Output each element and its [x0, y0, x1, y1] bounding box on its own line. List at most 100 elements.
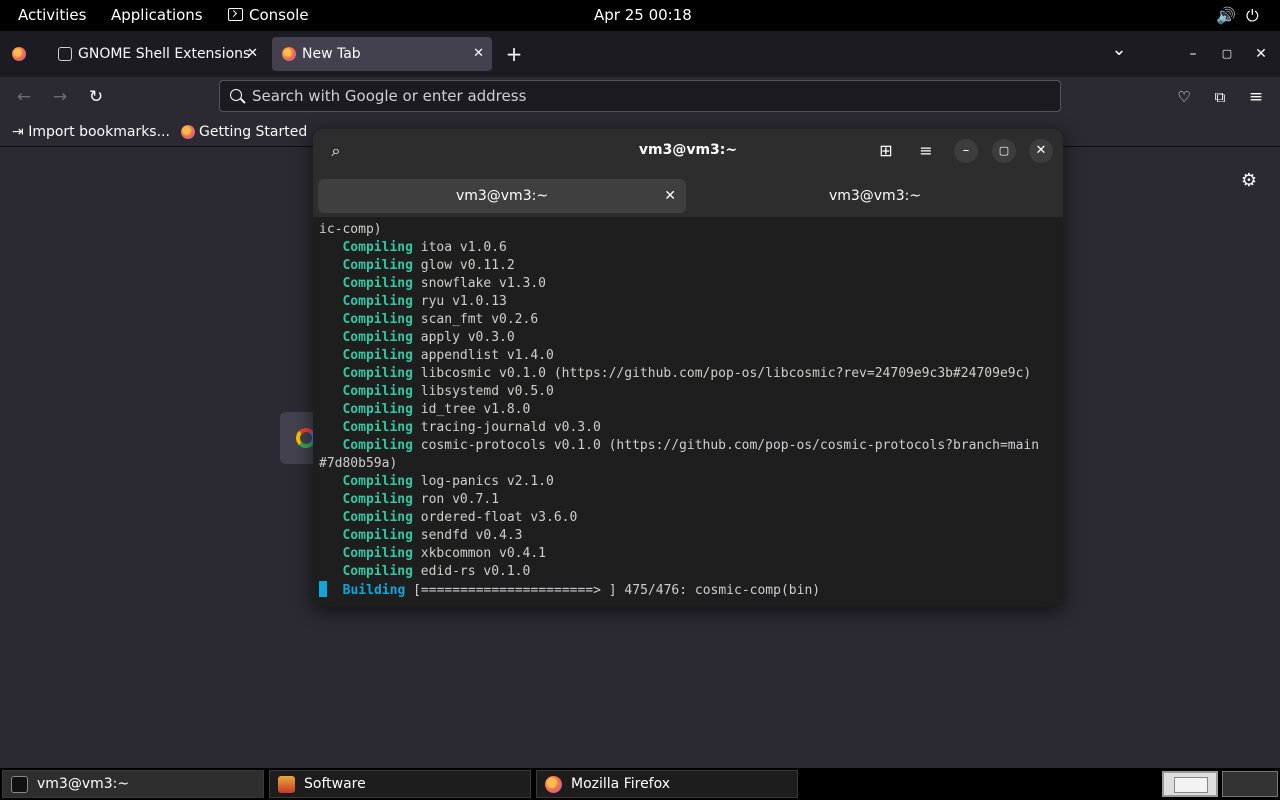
workspace-1[interactable] — [1162, 771, 1218, 797]
import-icon: ⇥ — [12, 124, 24, 140]
new-tab-icon[interactable]: ⊞ — [873, 139, 899, 163]
crate-text: libcosmic v0.1.0 (https://github.com/pop… — [420, 366, 1032, 381]
reload-icon[interactable]: ↻ — [84, 85, 108, 109]
puzzle-icon — [58, 47, 72, 61]
compiling-keyword: Compiling — [342, 276, 413, 291]
terminal-window: vm3@vm3:~ ⌕ ⊞ ≡ – ▢ ✕ vm3@vm3:~ ✕ vm3@vm… — [313, 129, 1063, 607]
terminal-tab-1[interactable]: vm3@vm3:~ ✕ — [318, 179, 686, 213]
tab-new-tab[interactable]: New Tab ✕ — [272, 37, 492, 71]
terminal-cursor — [319, 581, 327, 597]
address-input[interactable] — [252, 81, 1042, 111]
hamburger-menu-icon[interactable]: ≡ — [1244, 85, 1268, 109]
compiling-keyword: Compiling — [342, 366, 413, 381]
list-all-tabs-button[interactable]: ⌄ — [1108, 39, 1130, 61]
taskbar-item-firefox[interactable]: Mozilla Firefox — [536, 770, 798, 798]
tab-label: GNOME Shell Extensions — [78, 46, 251, 62]
search-icon — [230, 89, 242, 101]
applications-menu[interactable]: Applications — [111, 0, 203, 31]
terminal-header-bar: vm3@vm3:~ ⌕ ⊞ ≡ – ▢ ✕ — [313, 129, 1063, 175]
tab-gnome-shell-extensions[interactable]: GNOME Shell Extensions ✕ — [48, 37, 266, 71]
close-tab-icon[interactable]: ✕ — [664, 179, 676, 213]
bookmark-label: Import bookmarks... — [28, 124, 170, 140]
clock[interactable]: Apr 25 00:18 — [594, 0, 692, 31]
close-window-button[interactable]: ✕ — [1250, 43, 1272, 65]
getting-started-bookmark[interactable]: Getting Started — [179, 117, 307, 147]
volume-icon[interactable]: 🔊 — [1216, 0, 1236, 31]
new-tab-button[interactable]: + — [503, 43, 525, 65]
terminal-line: Compiling appendlist v1.4.0 — [319, 348, 554, 363]
close-tab-icon[interactable]: ✕ — [247, 37, 258, 71]
search-icon[interactable]: ⌕ — [323, 139, 349, 163]
compiling-keyword: Compiling — [342, 546, 413, 561]
terminal-line: Compiling xkbcommon v0.4.1 — [319, 546, 546, 561]
building-keyword: Building — [342, 583, 406, 598]
close-tab-icon[interactable]: ✕ — [473, 37, 484, 71]
maximize-button[interactable]: ▢ — [1216, 43, 1238, 65]
compiling-keyword: Compiling — [342, 258, 413, 273]
firefox-icon — [545, 776, 562, 793]
terminal-line: Compiling ryu v1.0.13 — [319, 294, 506, 309]
crate-text: sendfd v0.4.3 — [420, 528, 523, 543]
crate-text: appendlist v1.4.0 — [420, 348, 554, 363]
power-icon[interactable]: ⏻ — [1246, 0, 1259, 31]
activities-button[interactable]: Activities — [18, 0, 86, 31]
address-bar[interactable] — [219, 80, 1061, 112]
maximize-icon[interactable]: ▢ — [992, 139, 1016, 163]
extensions-icon[interactable]: ⧉ — [1208, 85, 1232, 109]
pocket-icon[interactable]: ♡ — [1172, 85, 1196, 109]
terminal-line: Compiling snowflake v1.3.0 — [319, 276, 546, 291]
firefox-menu-icon[interactable] — [12, 47, 26, 61]
close-icon[interactable]: ✕ — [1029, 139, 1053, 163]
import-bookmarks-item[interactable]: ⇥ Import bookmarks... — [12, 117, 170, 147]
terminal-tab-2[interactable]: vm3@vm3:~ — [691, 179, 1059, 213]
window-list-bar: vm3@vm3:~ Software Mozilla Firefox — [0, 768, 1280, 800]
workspace-2[interactable] — [1222, 771, 1278, 797]
menu-icon[interactable]: ≡ — [913, 139, 939, 163]
crate-text: glow v0.11.2 — [420, 258, 515, 273]
compiling-keyword: Compiling — [342, 564, 413, 579]
terminal-line: Compiling ordered-float v3.6.0 — [319, 510, 577, 525]
gear-icon[interactable]: ⚙ — [1238, 170, 1260, 192]
compiling-keyword: Compiling — [342, 312, 413, 327]
terminal-line: Compiling scan_fmt v0.2.6 — [319, 312, 538, 327]
compiling-keyword: Compiling — [342, 384, 413, 399]
crate-text: ron v0.7.1 — [420, 492, 500, 507]
terminal-text: ic-comp) Compiling itoa v1.0.6 Compiling… — [319, 221, 1039, 600]
minimize-icon[interactable]: – — [954, 139, 978, 163]
console-app-menu[interactable]: Console — [228, 0, 309, 31]
crate-text: ordered-float v3.6.0 — [420, 510, 578, 525]
crate-text: scan_fmt v0.2.6 — [420, 312, 539, 327]
terminal-line: Compiling sendfd v0.4.3 — [319, 528, 523, 543]
compiling-keyword: Compiling — [342, 474, 413, 489]
taskbar-item-terminal[interactable]: vm3@vm3:~ — [2, 770, 264, 798]
terminal-line: Compiling apply v0.3.0 — [319, 330, 515, 345]
terminal-line: Compiling cosmic-protocols v0.1.0 (https… — [319, 438, 1039, 453]
compiling-keyword: Compiling — [342, 294, 413, 309]
terminal-line: Compiling libcosmic v0.1.0 (https://gith… — [319, 366, 1031, 381]
compiling-keyword: Compiling — [342, 438, 413, 453]
taskbar-item-software[interactable]: Software — [269, 770, 531, 798]
crate-text: apply v0.3.0 — [420, 330, 515, 345]
compiling-keyword: Compiling — [342, 330, 413, 345]
tab-label: vm3@vm3:~ — [455, 188, 549, 204]
gnome-top-bar: Activities Applications Console Apr 25 0… — [0, 0, 1280, 31]
compiling-keyword: Compiling — [342, 348, 413, 363]
terminal-line: Compiling edid-rs v0.1.0 — [319, 564, 530, 579]
compiling-keyword: Compiling — [342, 240, 413, 255]
forward-arrow-icon[interactable]: → — [48, 85, 72, 109]
terminal-line: #7d80b59a) — [319, 456, 398, 471]
terminal-icon — [11, 776, 28, 793]
firefox-icon — [181, 125, 195, 139]
terminal-output[interactable]: ic-comp) Compiling itoa v1.0.6 Compiling… — [313, 217, 1063, 607]
tab-label: New Tab — [302, 46, 361, 62]
crate-text: tracing-journald v0.3.0 — [420, 420, 601, 435]
crate-text: [======================> ] 475/476: cosm… — [413, 583, 821, 598]
terminal-line: Compiling libsystemd v0.5.0 — [319, 384, 553, 399]
minimize-button[interactable]: – — [1182, 43, 1204, 65]
crate-text: cosmic-protocols v0.1.0 (https://github.… — [420, 438, 1040, 453]
compiling-keyword: Compiling — [342, 510, 413, 525]
back-arrow-icon[interactable]: ← — [12, 85, 36, 109]
terminal-line: Compiling ron v0.7.1 — [319, 492, 499, 507]
firefox-tab-strip: GNOME Shell Extensions ✕ New Tab ✕ + ⌄ –… — [0, 31, 1280, 77]
crate-text: edid-rs v0.1.0 — [420, 564, 531, 579]
